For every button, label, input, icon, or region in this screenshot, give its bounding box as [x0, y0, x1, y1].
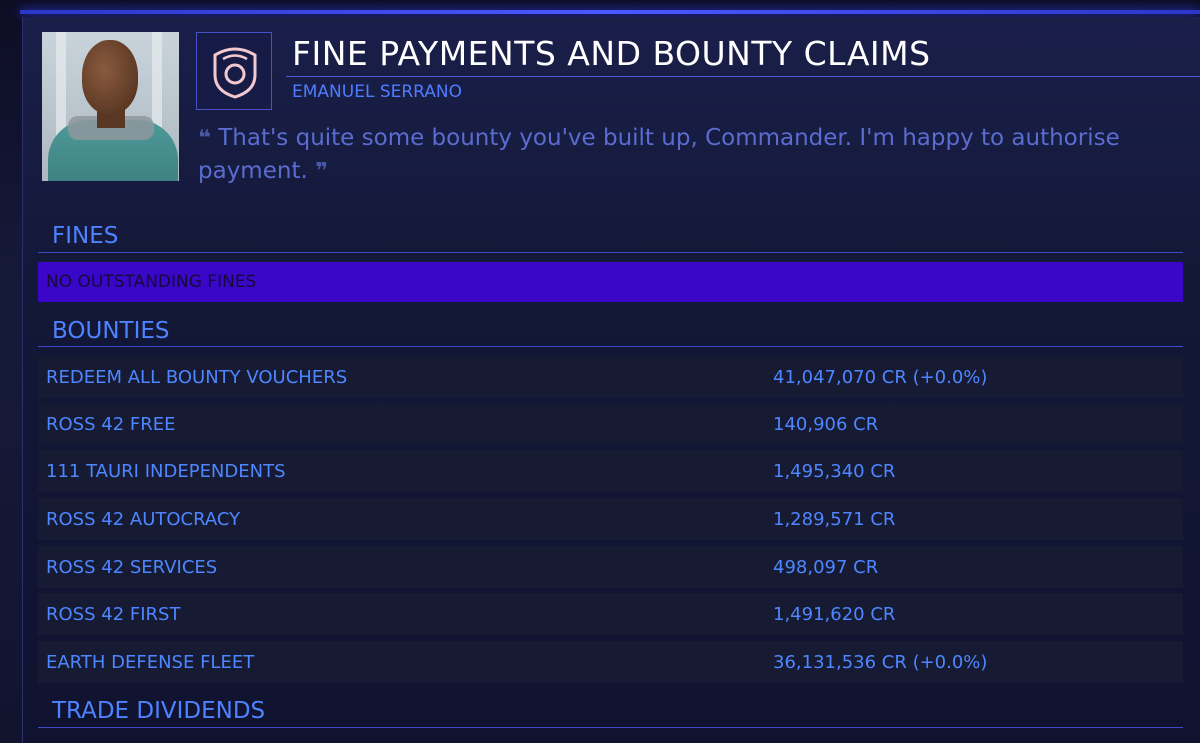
- bounty-row[interactable]: ROSS 42 SERVICES 498,097 CR: [38, 546, 1183, 588]
- fines-section-header: FINES: [52, 223, 119, 249]
- bounty-row[interactable]: ROSS 42 AUTOCRACY 1,289,571 CR: [38, 498, 1183, 540]
- top-accent-bar: [20, 10, 1200, 14]
- trade-dividends-divider: [38, 727, 1183, 728]
- bounty-row[interactable]: ROSS 42 FREE 140,906 CR: [38, 403, 1183, 445]
- bounty-name: REDEEM ALL BOUNTY VOUCHERS: [46, 367, 348, 388]
- bounty-name: ROSS 42 FIRST: [46, 604, 181, 625]
- fines-row[interactable]: NO OUTSTANDING FINES: [38, 262, 1183, 302]
- bounty-name: ROSS 42 FREE: [46, 414, 176, 435]
- contact-quote: ❝ That's quite some bounty you've built …: [198, 122, 1138, 188]
- fines-divider: [38, 252, 1183, 253]
- contact-name: EMANUEL SERRANO: [292, 82, 463, 102]
- quote-open-icon: ❝: [198, 126, 211, 151]
- security-emblem: [196, 32, 272, 110]
- shield-icon: [213, 47, 257, 99]
- bounty-amount: 1,289,571 CR: [773, 509, 896, 530]
- bounty-amount: 1,495,340 CR: [773, 461, 896, 482]
- bounties-section-header: BOUNTIES: [52, 318, 170, 344]
- bounty-row[interactable]: 111 TAURI INDEPENDENTS 1,495,340 CR: [38, 450, 1183, 492]
- fines-row-label: NO OUTSTANDING FINES: [46, 272, 257, 292]
- bounty-name: ROSS 42 SERVICES: [46, 557, 218, 578]
- quote-text: That's quite some bounty you've built up…: [198, 125, 1120, 184]
- bounty-amount: 498,097 CR: [773, 557, 879, 578]
- bounty-row[interactable]: EARTH DEFENSE FLEET 36,131,536 CR (+0.0%…: [38, 641, 1183, 683]
- bounties-divider: [38, 346, 1183, 347]
- bounty-amount: 36,131,536 CR (+0.0%): [773, 652, 988, 673]
- bounty-row[interactable]: ROSS 42 FIRST 1,491,620 CR: [38, 593, 1183, 635]
- redeem-all-bounties-row[interactable]: REDEEM ALL BOUNTY VOUCHERS 41,047,070 CR…: [38, 356, 1183, 398]
- bounty-amount: 41,047,070 CR (+0.0%): [773, 367, 988, 388]
- bounty-amount: 1,491,620 CR: [773, 604, 896, 625]
- bounty-name: ROSS 42 AUTOCRACY: [46, 509, 241, 530]
- bounty-name: 111 TAURI INDEPENDENTS: [46, 461, 286, 482]
- page-title: FINE PAYMENTS AND BOUNTY CLAIMS: [292, 34, 931, 73]
- bounty-amount: 140,906 CR: [773, 414, 879, 435]
- bounty-name: EARTH DEFENSE FLEET: [46, 652, 255, 673]
- quote-close-icon: ❞: [315, 159, 329, 184]
- trade-dividends-section-header: TRADE DIVIDENDS: [52, 698, 266, 724]
- title-divider: [286, 76, 1200, 77]
- portrait-background: [56, 32, 66, 142]
- portrait-head: [82, 40, 138, 114]
- avatar: [42, 32, 179, 181]
